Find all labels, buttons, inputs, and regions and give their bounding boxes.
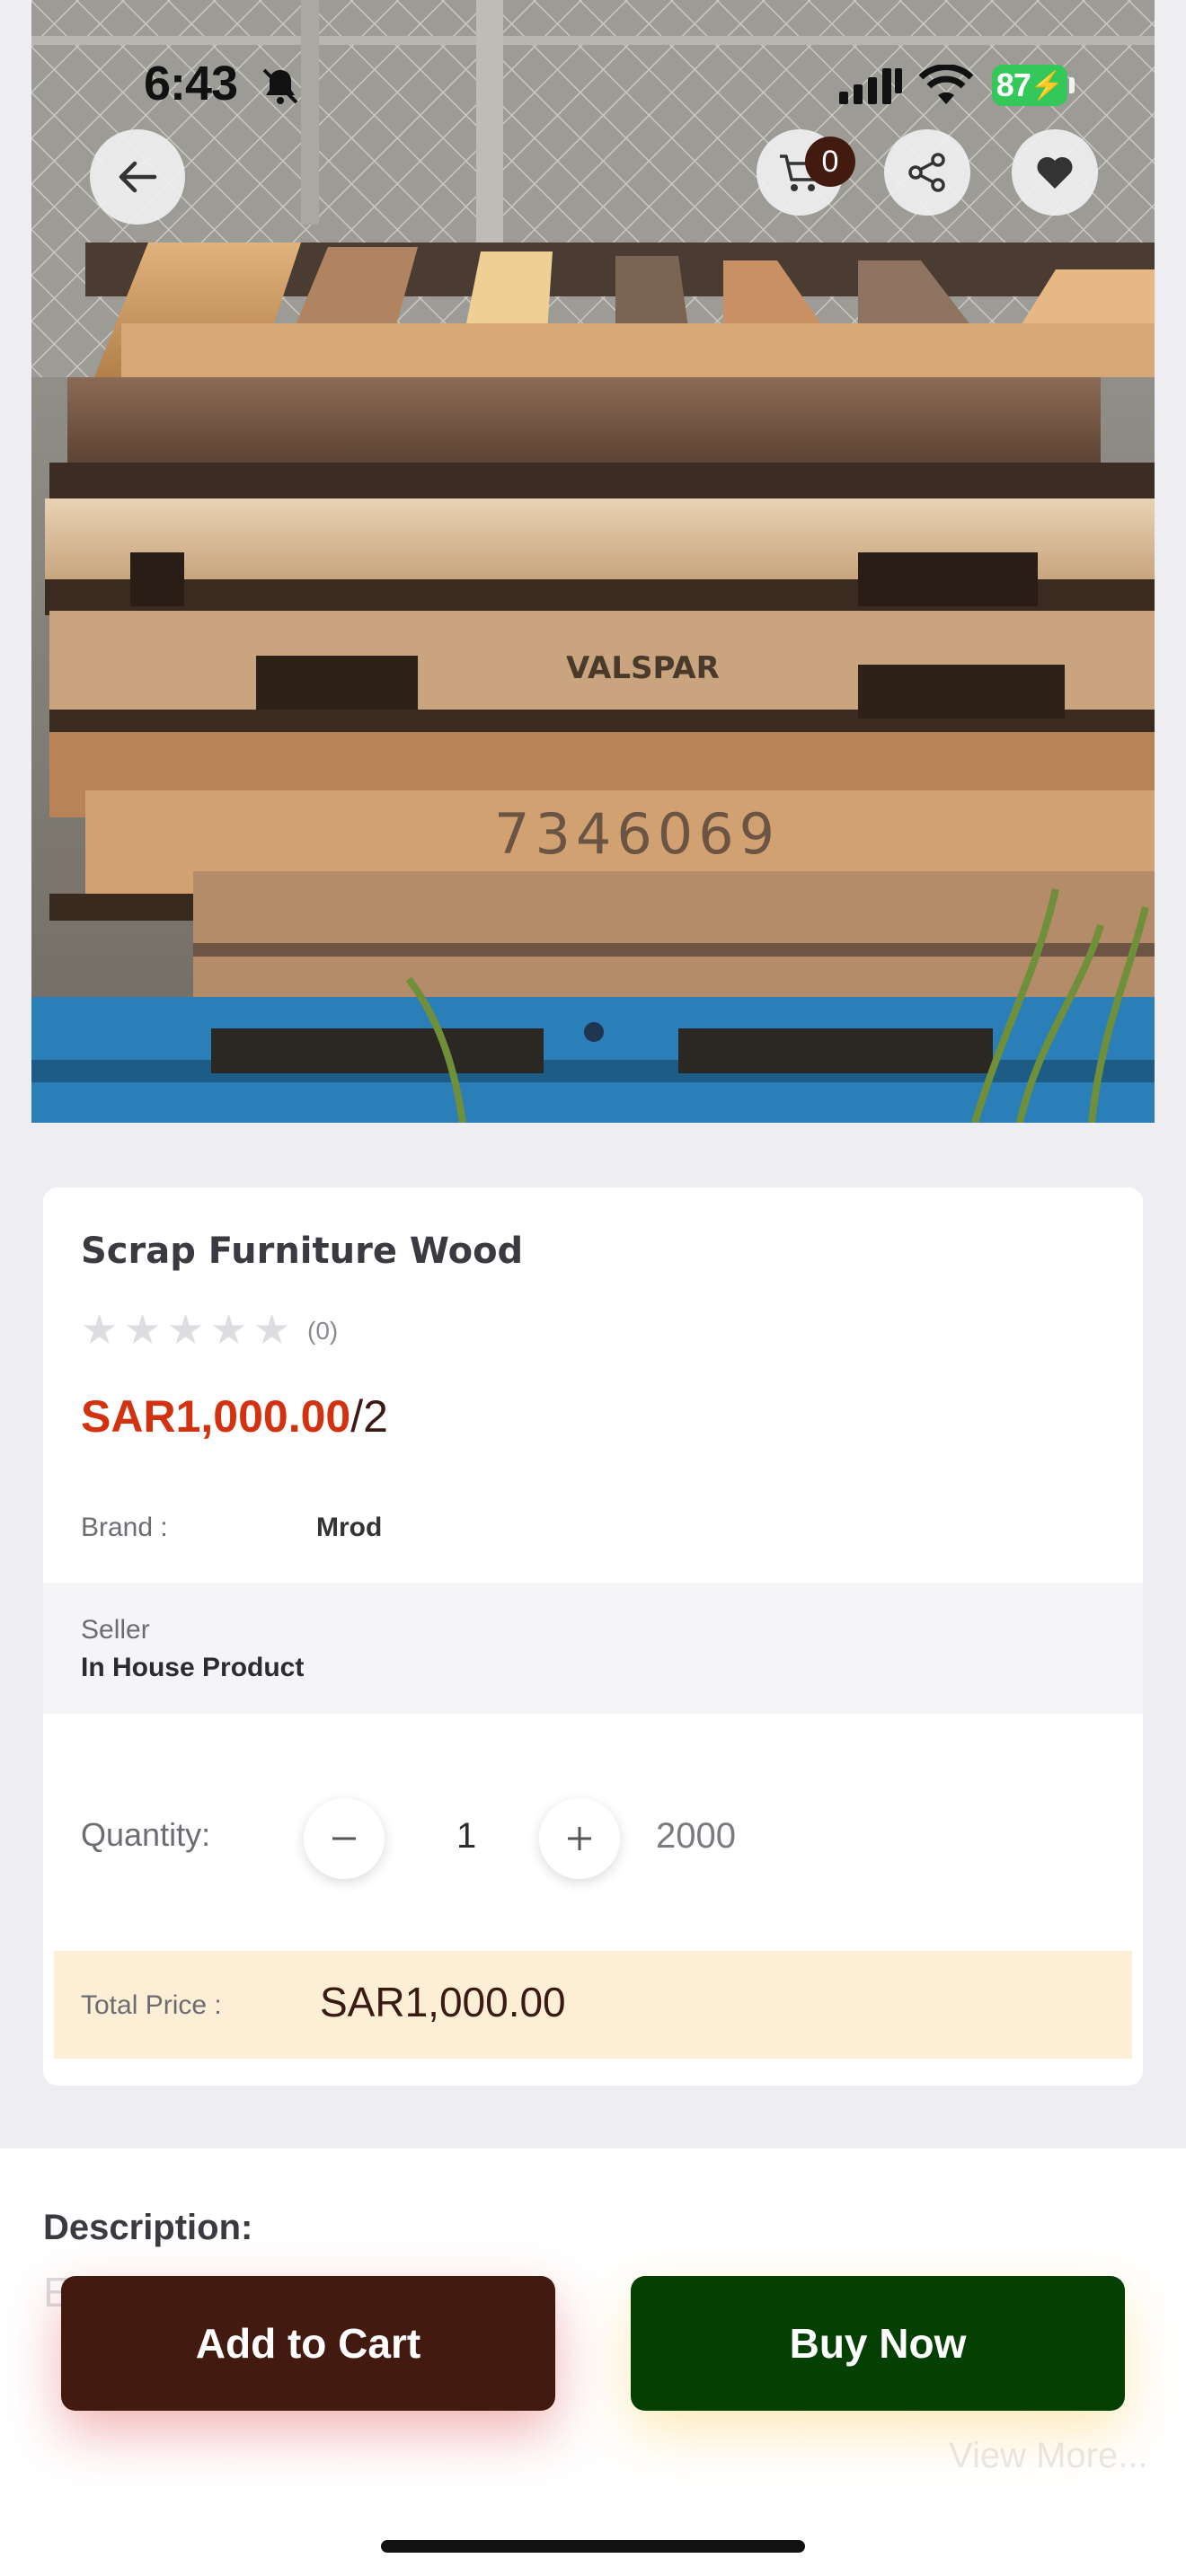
stock-available: 2000 (656, 1816, 736, 1856)
cart-count-badge: 0 (805, 137, 855, 187)
status-time: 6:43 (144, 57, 238, 110)
wifi-icon (918, 65, 974, 104)
product-title: Scrap Furniture Wood (81, 1231, 524, 1272)
star-icon: ★ (253, 1306, 291, 1353)
total-price-label: Total Price : (81, 1990, 222, 2020)
quantity-value[interactable]: 1 (456, 1816, 476, 1857)
seller-section (43, 1583, 1143, 1714)
star-icon: ★ (81, 1306, 119, 1353)
wishlist-button[interactable] (1012, 129, 1098, 216)
battery-charging-icon: 87 ⚡ (992, 65, 1067, 106)
star-icon: ★ (167, 1306, 205, 1353)
product-image[interactable]: VALSPAR 7346069 (31, 0, 1155, 1123)
description-title: Description: (43, 2208, 253, 2247)
plus-icon (568, 1827, 591, 1850)
carousel-dot-active[interactable] (584, 1022, 604, 1042)
add-to-cart-button[interactable]: Add to Cart (61, 2276, 555, 2411)
bell-slash-icon (262, 68, 298, 104)
star-icon: ★ (124, 1306, 162, 1353)
quantity-increase-button[interactable] (539, 1798, 620, 1879)
seller-name: In House Product (81, 1653, 305, 1682)
pallet-number-text: 7346069 (494, 801, 780, 867)
view-more-link[interactable]: View More... (949, 2436, 1148, 2476)
share-button[interactable] (884, 129, 970, 216)
rating-stars: ★ ★ ★ ★ ★ (81, 1306, 293, 1353)
home-indicator[interactable] (381, 2540, 805, 2553)
quantity-decrease-button[interactable] (304, 1798, 385, 1879)
pallet-stencil-text: VALSPAR (566, 650, 720, 686)
arrow-left-icon (119, 161, 157, 193)
buy-now-button[interactable]: Buy Now (631, 2276, 1125, 2411)
quantity-label: Quantity: (81, 1816, 211, 1853)
minus-icon (332, 1837, 356, 1840)
heart-icon (1037, 156, 1073, 189)
product-info-card: Scrap Furniture Wood ★ ★ ★ ★ ★ (0) SAR1,… (43, 1187, 1143, 2086)
brand-label: Brand : (81, 1513, 168, 1542)
battery-level: 87 (996, 66, 1031, 103)
seller-label: Seller (81, 1615, 150, 1645)
star-icon: ★ (210, 1306, 248, 1353)
total-price-value: SAR1,000.00 (320, 1979, 566, 2025)
back-button[interactable] (90, 129, 185, 225)
price-amount: SAR1,000.00 (81, 1391, 351, 1442)
battery-cap (1069, 77, 1075, 93)
share-icon (908, 153, 945, 192)
review-count: (0) (307, 1317, 339, 1345)
price: SAR1,000.00/2 (81, 1390, 388, 1442)
brand-value: Mrod (316, 1513, 383, 1542)
price-unit: /2 (350, 1391, 388, 1442)
wood-pallets-illustration: VALSPAR 7346069 (31, 0, 1155, 1123)
signal-icon (839, 68, 902, 104)
